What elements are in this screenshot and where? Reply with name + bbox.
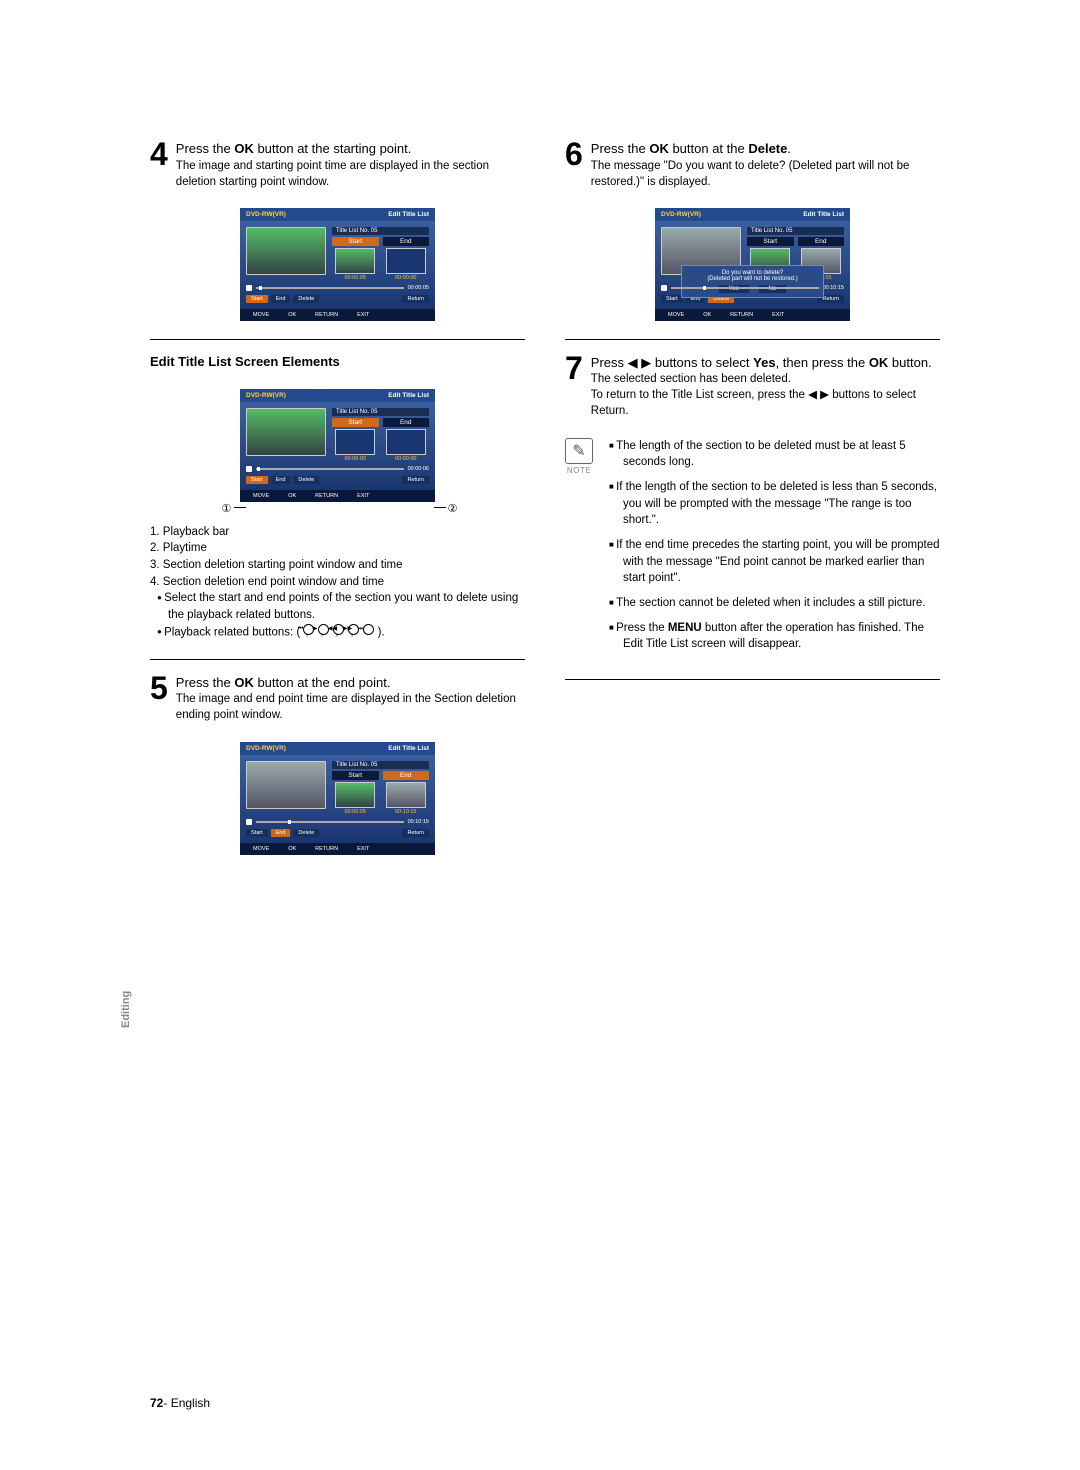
- start-thumb: [335, 248, 375, 274]
- osd-screenshot-5: DVD-RW(VR)Edit Title List Title List No.…: [240, 742, 435, 855]
- disc-label: DVD-RW(VR): [246, 211, 286, 218]
- step-number: 4: [150, 140, 168, 169]
- osd-screenshot-4: DVD-RW(VR) Edit Title List Title List No…: [240, 208, 435, 321]
- title-no: Title List No. 05: [332, 227, 429, 235]
- osd-footer: MOVEOKRETURNEXIT: [240, 309, 435, 321]
- osd-end-btn: End: [271, 295, 291, 303]
- elements-list: 1. Playback bar 2. Playtime 3. Section d…: [150, 524, 525, 641]
- note-icon: ✎ NOTE: [565, 438, 593, 661]
- left-right-arrows-icon: ◀ ▶: [628, 355, 652, 370]
- osd-start-btn: Start: [246, 295, 268, 303]
- osd-title: Edit Title List: [388, 211, 429, 218]
- left-right-arrows-icon: ◀ ▶: [808, 389, 829, 401]
- left-column: 4 Press the OK button at the starting po…: [150, 140, 525, 865]
- step-7: 7 Press ◀ ▶ buttons to select Yes, then …: [565, 354, 940, 420]
- playback-icons-inline: ⏮, ▶, ◀◀, ▶▶, ⏭: [303, 624, 374, 641]
- side-tab: Editing: [120, 991, 132, 1028]
- osd-screenshot-6: DVD-RW(VR)Edit Title List Title List No.…: [655, 208, 850, 321]
- step-text: Press the OK button at the starting poin…: [176, 140, 525, 158]
- page-number: 72: [150, 1396, 163, 1410]
- elements-heading: Edit Title List Screen Elements: [150, 354, 525, 369]
- step-5: 5 Press the OK button at the end point. …: [150, 674, 525, 724]
- playback-bar: 00:00:05: [246, 285, 429, 291]
- page-footer: 72- English: [150, 1396, 210, 1410]
- step-4: 4 Press the OK button at the starting po…: [150, 140, 525, 190]
- callout-2: ②: [448, 502, 458, 515]
- elements-diagram: ③ ④ DVD-RW(VR)Edit Title List Title List…: [218, 389, 458, 502]
- step-6: 6 Press the OK button at the Delete. The…: [565, 140, 940, 190]
- step-subtext: The image and starting point time are di…: [176, 158, 525, 190]
- osd-return-btn: Return: [402, 295, 429, 303]
- callout-1: ①: [222, 502, 232, 515]
- note-block: ✎ NOTE The length of the section to be d…: [565, 438, 940, 661]
- confirm-dialog: Do you want to delete? (Deleted part wil…: [681, 265, 824, 298]
- page-content: 4 Press the OK button at the starting po…: [0, 0, 1080, 905]
- ff-icon: ⏭: [363, 624, 374, 635]
- divider: [150, 339, 525, 340]
- osd-delete-btn: Delete: [293, 295, 319, 303]
- right-column: 6 Press the OK button at the Delete. The…: [565, 140, 940, 865]
- page-lang: English: [171, 1396, 210, 1410]
- end-thumb: [386, 248, 426, 274]
- preview-thumb: [246, 227, 326, 275]
